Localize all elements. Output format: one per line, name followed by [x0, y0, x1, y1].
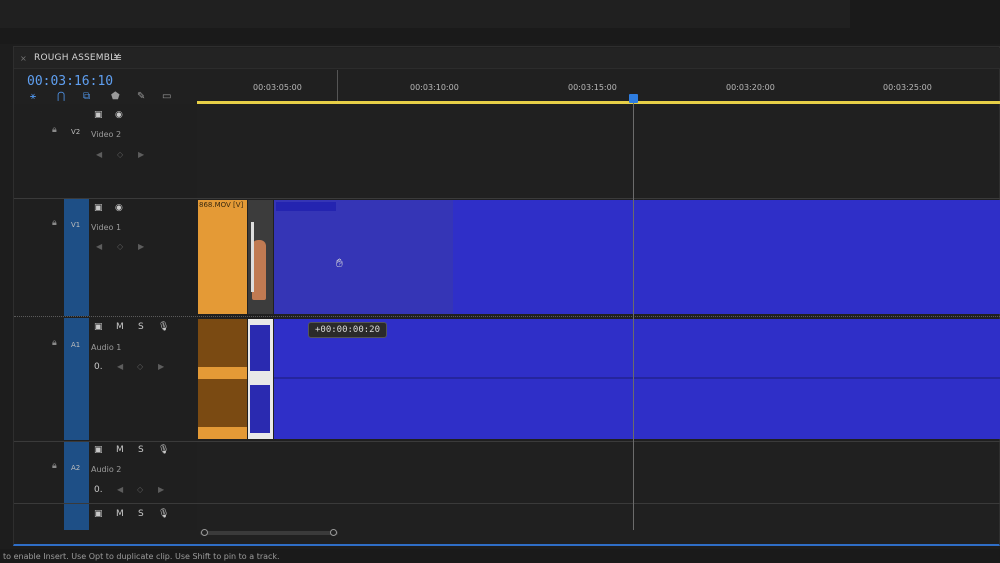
linked-selection-icon[interactable]: ⧉	[83, 91, 90, 102]
mute-button[interactable]: M	[116, 445, 124, 455]
add-keyframe-icon[interactable]: ◇	[137, 485, 143, 494]
ruler-tick-label: 00:03:15:00	[568, 83, 617, 92]
video-clip-orange[interactable]	[198, 200, 247, 314]
track-header-v1	[14, 199, 197, 316]
track-id-a1[interactable]: A1	[71, 341, 80, 349]
eye-icon[interactable]: ◉	[115, 203, 123, 213]
ruler-tick-label: 00:03:20:00	[726, 83, 775, 92]
track-id-a2[interactable]: A2	[71, 464, 80, 472]
wrench-settings-icon[interactable]: ✎	[137, 91, 145, 102]
solo-button[interactable]: S	[138, 509, 144, 519]
track-name-a1: Audio 1	[91, 343, 122, 352]
work-area-bar[interactable]	[197, 101, 1000, 104]
track-header-a2	[14, 442, 197, 530]
add-marker-icon[interactable]: ⬟	[111, 91, 120, 102]
lock-icon[interactable]: 🔒︎	[52, 125, 57, 135]
ruler-tick-label: 00:03:10:00	[410, 83, 459, 92]
track-name-a2: Audio 2	[91, 465, 122, 474]
sequence-tab-title[interactable]: ROUGH ASSEMBLY	[34, 53, 120, 63]
volume-value[interactable]: 0.	[94, 362, 103, 372]
audio-clip-waveform[interactable]	[248, 319, 273, 439]
source-patch-a2[interactable]	[64, 442, 89, 530]
mute-button[interactable]: M	[116, 509, 124, 519]
ruler-tick-label: 00:03:05:00	[253, 83, 302, 92]
video-audio-divider	[14, 316, 1000, 317]
lock-icon[interactable]: 🔒︎	[52, 338, 57, 348]
lock-icon[interactable]: 🔒︎	[52, 218, 57, 228]
playhead-line[interactable]	[633, 103, 634, 530]
audio-clip-orange[interactable]	[198, 319, 247, 439]
status-hint-text: to enable Insert. Use Opt to duplicate c…	[3, 552, 280, 561]
next-keyframe-icon[interactable]: ▶	[158, 485, 164, 494]
lock-icon[interactable]: 🔒︎	[52, 461, 57, 471]
video-clip-blue[interactable]	[274, 200, 1000, 314]
prev-keyframe-icon[interactable]: ◀	[96, 150, 102, 159]
scrollbar-left-handle[interactable]	[201, 529, 208, 536]
camera-icon[interactable]: ▣	[94, 110, 103, 120]
app-top-strip	[0, 0, 1000, 44]
camera-icon[interactable]: ▣	[94, 509, 103, 519]
add-keyframe-icon[interactable]: ◇	[117, 242, 123, 251]
video-clip-thumbnail[interactable]	[248, 200, 273, 314]
scrollbar-right-handle[interactable]	[330, 529, 337, 536]
playhead-handle[interactable]	[629, 94, 638, 103]
source-patch-v1[interactable]	[64, 199, 89, 316]
cursor-hand-icon: ✋︎	[336, 256, 343, 270]
track-id-v1[interactable]: V1	[71, 221, 80, 229]
prev-keyframe-icon[interactable]: ◀	[96, 242, 102, 251]
nest-sequence-icon[interactable]: ⚹	[30, 91, 36, 102]
microphone-icon[interactable]: 🎙︎	[158, 322, 169, 332]
drag-offset-tooltip: +00:00:00:20	[308, 322, 388, 338]
add-keyframe-icon[interactable]: ◇	[137, 362, 143, 371]
track-name-v2: Video 2	[91, 130, 122, 139]
add-keyframe-icon[interactable]: ◇	[117, 150, 123, 159]
zoom-scrollbar[interactable]	[200, 531, 338, 535]
camera-icon[interactable]: ▣	[94, 445, 103, 455]
captions-icon[interactable]: ▭	[162, 91, 171, 102]
source-patch-a1[interactable]	[64, 318, 89, 440]
ruler-tick-label: 00:03:25:00	[883, 83, 932, 92]
track-divider	[14, 503, 1000, 504]
playhead-timecode[interactable]: 00:03:16:10	[27, 74, 113, 89]
microphone-icon[interactable]: 🎙︎	[158, 445, 169, 455]
panel-menu-icon[interactable]: ≡	[113, 51, 122, 64]
next-keyframe-icon[interactable]: ▶	[158, 362, 164, 371]
track-header-a1	[14, 318, 197, 440]
camera-icon[interactable]: ▣	[94, 322, 103, 332]
ruler-tick-mark	[337, 70, 338, 102]
track-name-v1: Video 1	[91, 223, 122, 232]
timeline-panel-header	[14, 48, 1000, 69]
close-panel-icon[interactable]: ×	[20, 54, 27, 63]
mute-button[interactable]: M	[116, 322, 124, 332]
source-patch-a3[interactable]	[64, 522, 89, 530]
track-header-v2	[14, 104, 197, 198]
eye-icon[interactable]: ◉	[115, 110, 123, 120]
next-keyframe-icon[interactable]: ▶	[138, 242, 144, 251]
snap-magnet-icon[interactable]: ⋂	[57, 91, 65, 102]
microphone-icon[interactable]: 🎙︎	[158, 509, 169, 519]
video-clip-label: 868.MOV [V]	[199, 201, 244, 209]
camera-icon[interactable]: ▣	[94, 203, 103, 213]
prev-keyframe-icon[interactable]: ◀	[117, 362, 123, 371]
next-keyframe-icon[interactable]: ▶	[138, 150, 144, 159]
solo-button[interactable]: S	[138, 445, 144, 455]
track-divider	[14, 441, 1000, 442]
solo-button[interactable]: S	[138, 322, 144, 332]
volume-value[interactable]: 0.	[94, 485, 103, 495]
track-divider	[14, 198, 1000, 199]
track-id-v2[interactable]: V2	[71, 128, 80, 136]
prev-keyframe-icon[interactable]: ◀	[117, 485, 123, 494]
